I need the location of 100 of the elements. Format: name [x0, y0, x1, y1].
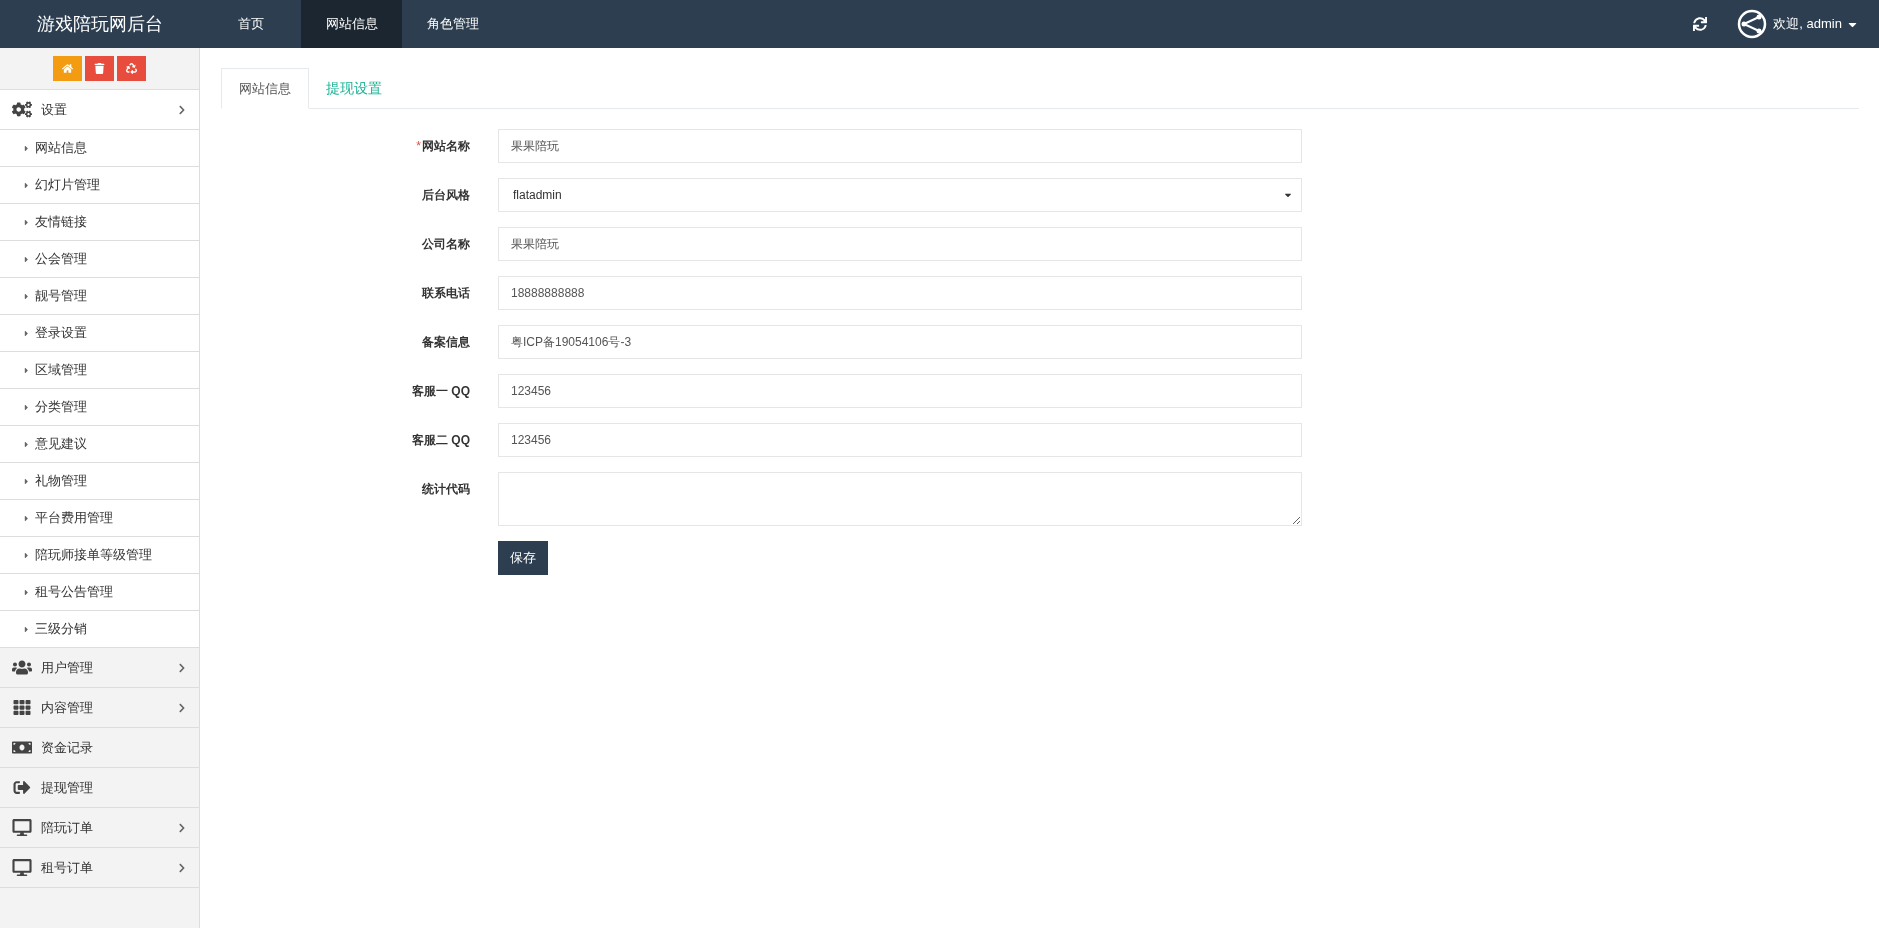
submenu-item[interactable]: 网站信息	[0, 130, 199, 167]
recycle-icon	[126, 63, 137, 74]
caret-icon	[22, 180, 31, 190]
submenu-item[interactable]: 登录设置	[0, 315, 199, 352]
input-field[interactable]: 果果陪玩	[498, 129, 1302, 163]
menu-label: 提现管理	[41, 778, 93, 797]
chevron-icon	[177, 822, 187, 833]
submenu-label: 意见建议	[35, 435, 87, 454]
caret-icon	[22, 476, 31, 486]
menu-label: 租号订单	[41, 858, 93, 877]
input-field[interactable]: 123456	[498, 374, 1302, 408]
chevron-icon	[177, 662, 187, 673]
caret-icon	[22, 365, 31, 375]
submenu-label: 区域管理	[35, 361, 87, 380]
submenu-label: 陪玩师接单等级管理	[35, 546, 152, 565]
caret-icon	[22, 513, 31, 523]
submenu-item[interactable]: 礼物管理	[0, 463, 199, 500]
grid-icon	[12, 699, 32, 716]
trash-icon	[94, 63, 105, 74]
submenu-label: 友情链接	[35, 213, 87, 232]
nav-tab[interactable]: 网站信息	[301, 0, 402, 48]
caret-icon	[22, 402, 31, 412]
share-nodes-icon	[1737, 9, 1768, 39]
submenu-label: 登录设置	[35, 324, 87, 343]
sign-out-icon	[12, 779, 32, 796]
sidebar-menu-item[interactable]: 提现管理	[0, 768, 199, 808]
home-button[interactable]	[53, 56, 82, 81]
sidebar-menu-item[interactable]: 租号订单	[0, 848, 199, 888]
banknote-icon	[12, 739, 32, 756]
chevron-icon	[177, 702, 187, 713]
monitor-icon	[12, 819, 32, 836]
submenu-item[interactable]: 陪玩师接单等级管理	[0, 537, 199, 574]
field-label: 后台风格	[422, 187, 470, 204]
submenu-label: 分类管理	[35, 398, 87, 417]
caret-icon	[22, 328, 31, 338]
menu-label: 资金记录	[41, 738, 93, 757]
submenu-item[interactable]: 区域管理	[0, 352, 199, 389]
submenu-label: 三级分销	[35, 620, 87, 639]
caret-icon	[22, 217, 31, 227]
submenu-item[interactable]: 平台费用管理	[0, 500, 199, 537]
submenu-item[interactable]: 三级分销	[0, 611, 199, 648]
field-label: 联系电话	[422, 285, 470, 302]
submenu-label: 网站信息	[35, 139, 87, 158]
submenu-item[interactable]: 分类管理	[0, 389, 199, 426]
nav-tab[interactable]: 首页	[200, 0, 301, 48]
field-label: 统计代码	[422, 481, 470, 498]
caret-icon	[22, 143, 31, 153]
input-field[interactable]: 123456	[498, 423, 1302, 457]
field-label: 网站名称	[422, 138, 470, 155]
gears-icon	[12, 101, 32, 118]
save-button[interactable]: 保存	[498, 541, 548, 575]
sidebar-menu-item[interactable]: 陪玩订单	[0, 808, 199, 848]
select-field[interactable]: flatadmin	[498, 178, 1302, 212]
submenu-item[interactable]: 幻灯片管理	[0, 167, 199, 204]
user-menu[interactable]: 欢迎, admin	[1773, 14, 1859, 34]
nav-tab[interactable]: 角色管理	[402, 0, 503, 48]
textarea-field[interactable]	[498, 472, 1302, 526]
menu-label: 内容管理	[41, 698, 93, 717]
field-label: 公司名称	[422, 236, 470, 253]
submenu-label: 礼物管理	[35, 472, 87, 491]
submenu-label: 公会管理	[35, 250, 87, 269]
submenu-item[interactable]: 靓号管理	[0, 278, 199, 315]
submenu-label: 靓号管理	[35, 287, 87, 306]
input-field[interactable]: 果果陪玩	[498, 227, 1302, 261]
caret-icon	[22, 624, 31, 634]
recycle-button[interactable]	[117, 56, 146, 81]
caret-icon	[22, 254, 31, 264]
menu-label: 用户管理	[41, 658, 93, 677]
submenu-item[interactable]: 意见建议	[0, 426, 199, 463]
caret-icon	[22, 439, 31, 449]
brand-title: 游戏陪玩网后台	[37, 12, 163, 36]
field-label: 客服一 QQ	[412, 383, 470, 400]
tab[interactable]: 网站信息	[221, 68, 309, 109]
caret-icon	[22, 550, 31, 560]
submenu-label: 平台费用管理	[35, 509, 113, 528]
menu-label: 陪玩订单	[41, 818, 93, 837]
sidebar-menu-item[interactable]: 资金记录	[0, 728, 199, 768]
field-label: 备案信息	[422, 334, 470, 351]
chevron-icon	[177, 104, 187, 115]
sidebar-menu-item[interactable]: 设置	[0, 90, 199, 130]
users-icon	[12, 659, 32, 676]
submenu-item[interactable]: 公会管理	[0, 241, 199, 278]
submenu-label: 租号公告管理	[35, 583, 113, 602]
field-label: 客服二 QQ	[412, 432, 470, 449]
monitor-icon	[12, 859, 32, 876]
refresh-icon[interactable]	[1693, 17, 1708, 31]
sidebar-menu-item[interactable]: 内容管理	[0, 688, 199, 728]
required-mark: *	[416, 138, 421, 155]
sidebar-menu-item[interactable]: 用户管理	[0, 648, 199, 688]
caret-icon	[22, 291, 31, 301]
menu-label: 设置	[41, 100, 67, 119]
caret-icon	[22, 587, 31, 597]
input-field[interactable]: 18888888888	[498, 276, 1302, 310]
submenu-item[interactable]: 友情链接	[0, 204, 199, 241]
delete-button[interactable]	[85, 56, 114, 81]
input-field[interactable]: 粤ICP备19054106号-3	[498, 325, 1302, 359]
chevron-icon	[177, 862, 187, 873]
select-value: flatadmin	[513, 187, 562, 204]
submenu-item[interactable]: 租号公告管理	[0, 574, 199, 611]
submenu-label: 幻灯片管理	[35, 176, 100, 195]
